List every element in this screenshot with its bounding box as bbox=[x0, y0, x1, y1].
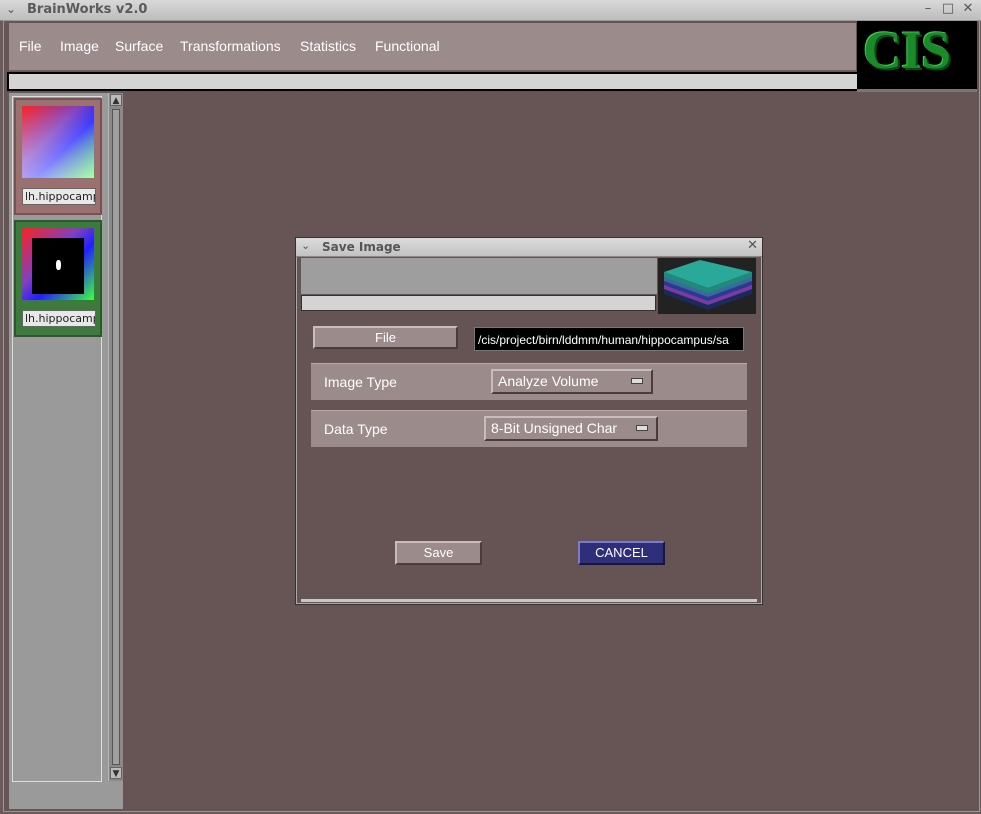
minimize-icon[interactable]: – bbox=[920, 1, 936, 17]
menu-statistics[interactable]: Statistics bbox=[300, 38, 356, 54]
scrollbar-thumb[interactable] bbox=[112, 109, 120, 765]
sidebar-scrollbar[interactable]: ▲ ▼ bbox=[108, 93, 123, 781]
dialog-close-icon[interactable]: ✕ bbox=[747, 238, 758, 253]
cancel-button[interactable]: CANCEL bbox=[578, 541, 665, 565]
option-menu-icon bbox=[636, 425, 648, 431]
thumbnail-image bbox=[22, 106, 94, 178]
window-titlebar: ⌄ BrainWorks v2.0 – □ ✕ bbox=[0, 0, 981, 21]
menu-functional[interactable]: Functional bbox=[375, 38, 440, 54]
thumbnail-image bbox=[22, 228, 94, 300]
menu-surface[interactable]: Surface bbox=[115, 38, 163, 54]
close-icon[interactable]: ✕ bbox=[960, 1, 976, 17]
scroll-down-icon[interactable]: ▼ bbox=[110, 767, 122, 779]
thumbnail-item[interactable]: lh.hippocampus bbox=[14, 220, 102, 337]
menu-file[interactable]: File bbox=[19, 38, 42, 54]
thumbnail-item[interactable]: lh.hippocampus bbox=[14, 98, 102, 215]
save-image-dialog: ⌄ Save Image ✕ File /cis/project/birn/ld… bbox=[295, 237, 763, 605]
save-button[interactable]: Save bbox=[395, 541, 482, 565]
thumbnail-sidebar: lh.hippocampus lh.hippocampus ▲ ▼ bbox=[9, 93, 123, 809]
scroll-up-icon[interactable]: ▲ bbox=[110, 94, 122, 106]
cis-logo: CIS bbox=[857, 20, 977, 92]
menu-transformations[interactable]: Transformations bbox=[180, 38, 281, 54]
data-type-row: Data Type 8-Bit Unsigned Char bbox=[311, 410, 747, 447]
image-type-label: Image Type bbox=[324, 374, 397, 390]
image-type-value: Analyze Volume bbox=[498, 373, 599, 389]
image-type-select[interactable]: Analyze Volume bbox=[491, 369, 653, 394]
file-browse-button[interactable]: File bbox=[313, 326, 458, 349]
menu-image[interactable]: Image bbox=[60, 38, 99, 54]
dialog-header-area bbox=[301, 258, 657, 294]
dialog-bottom-scrollbar bbox=[301, 599, 757, 602]
window-title: BrainWorks v2.0 bbox=[27, 2, 148, 17]
thumbnail-label[interactable]: lh.hippocampus bbox=[22, 188, 96, 205]
dialog-title: Save Image bbox=[322, 240, 401, 254]
option-menu-icon bbox=[631, 378, 643, 384]
thumbnail-slice bbox=[32, 238, 84, 294]
hippocampus-shape bbox=[56, 260, 61, 270]
data-type-select[interactable]: 8-Bit Unsigned Char bbox=[484, 416, 658, 441]
dialog-menu-icon[interactable]: ⌄ bbox=[301, 239, 310, 252]
window-menu-icon[interactable]: ⌄ bbox=[4, 2, 18, 16]
logo-text: CIS bbox=[863, 20, 951, 80]
main-progress-bar bbox=[7, 72, 859, 91]
file-path-input[interactable]: /cis/project/birn/lddmm/human/hippocampu… bbox=[474, 327, 744, 351]
menubar: File Image Surface Transformations Stati… bbox=[9, 23, 856, 71]
data-type-value: 8-Bit Unsigned Char bbox=[491, 420, 618, 436]
data-type-label: Data Type bbox=[324, 421, 388, 437]
maximize-icon[interactable]: □ bbox=[940, 1, 956, 17]
image-type-row: Image Type Analyze Volume bbox=[311, 363, 747, 400]
dialog-titlebar: ⌄ Save Image ✕ bbox=[296, 238, 762, 257]
volume-stack-icon bbox=[658, 258, 756, 314]
thumbnail-list: lh.hippocampus lh.hippocampus bbox=[12, 96, 102, 782]
thumbnail-label[interactable]: lh.hippocampus bbox=[22, 310, 96, 327]
dialog-progress-bar bbox=[301, 295, 656, 311]
